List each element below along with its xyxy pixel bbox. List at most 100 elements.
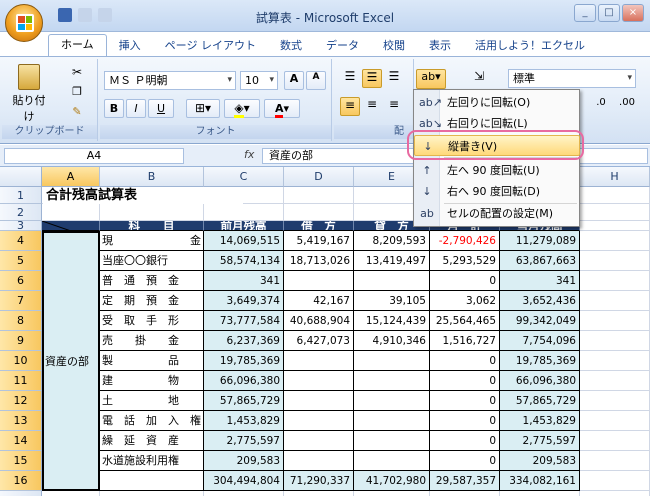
grid-cell[interactable] <box>500 491 580 496</box>
orientation-icon: ab▾ <box>421 70 441 83</box>
shrink-font-button[interactable]: A <box>306 71 326 90</box>
grid-cell[interactable] <box>580 411 650 431</box>
group-label-cell[interactable]: 資産の部 <box>42 231 100 491</box>
office-button[interactable] <box>5 4 43 42</box>
row-header-13[interactable]: 13 <box>0 411 42 431</box>
grid-cell[interactable] <box>100 204 204 221</box>
column-header-h[interactable]: H <box>580 167 650 187</box>
format-painter-icon[interactable]: ✎ <box>68 105 86 121</box>
tab-page-layout[interactable]: ページ レイアウト <box>153 36 268 57</box>
menu-item-rotate-down[interactable]: ↓ 右へ 90 度回転(D) <box>414 181 580 202</box>
grid-cell[interactable] <box>580 451 650 471</box>
row-header-9[interactable]: 9 <box>0 331 42 351</box>
grid-cell[interactable] <box>580 351 650 371</box>
grid-cell[interactable] <box>42 491 100 496</box>
row-header-16[interactable]: 16 <box>0 471 42 491</box>
name-box[interactable]: A4 <box>4 148 184 164</box>
align-left-icon[interactable]: ≡ <box>340 97 360 116</box>
minimize-button[interactable]: _ <box>574 4 596 22</box>
grid-cell[interactable] <box>580 251 650 271</box>
underline-button[interactable]: U <box>148 99 174 118</box>
grid-cell[interactable] <box>580 471 650 491</box>
column-header-d[interactable]: D <box>284 167 354 187</box>
row-header-1[interactable]: 1 <box>0 187 42 204</box>
tab-review[interactable]: 校閲 <box>371 36 417 57</box>
fill-color-button[interactable]: ◈▾ <box>224 99 260 118</box>
row-header-3[interactable]: 3 <box>0 220 42 231</box>
align-top-icon[interactable]: ☰ <box>340 69 360 88</box>
number-format-select[interactable]: 標準 <box>508 69 636 88</box>
grid-cell[interactable] <box>284 204 354 221</box>
row-header-17[interactable]: 17 <box>0 491 42 496</box>
italic-button[interactable]: I <box>126 99 146 118</box>
value-credit: 8,209,593 <box>354 231 430 251</box>
decrease-decimal-icon[interactable]: .00 <box>614 97 640 116</box>
menu-item-format-alignment[interactable]: ab セルの配置の設定(M) <box>414 203 580 224</box>
menu-item-vertical-text[interactable]: ↓ 縦書き(V) <box>414 135 580 156</box>
insert-function-icon[interactable]: fx <box>244 148 254 161</box>
vertical-text-icon: ↓ <box>423 140 433 153</box>
row-header-12[interactable]: 12 <box>0 391 42 411</box>
grid-cell[interactable] <box>204 204 284 221</box>
grid-cell[interactable] <box>204 491 284 496</box>
row-header-5[interactable]: 5 <box>0 251 42 271</box>
grid-cell[interactable] <box>42 204 100 221</box>
align-right-icon[interactable]: ≡ <box>384 97 404 116</box>
tab-view[interactable]: 表示 <box>417 36 463 57</box>
bold-button[interactable]: B <box>104 99 124 118</box>
grid-cell[interactable] <box>580 311 650 331</box>
grid-cell[interactable] <box>580 204 650 221</box>
cut-icon[interactable]: ✂ <box>68 65 86 81</box>
tab-insert[interactable]: 挿入 <box>107 36 153 57</box>
grid-cell[interactable] <box>580 231 650 251</box>
grid-cell[interactable] <box>580 187 650 204</box>
borders-button[interactable]: ⊞▾ <box>186 99 220 118</box>
font-name-select[interactable]: ＭＳ Ｐ明朝 <box>104 71 236 90</box>
tab-home[interactable]: ホーム <box>48 34 107 57</box>
menu-item-rotate-ccw[interactable]: ab↗ 左回りに回転(O) <box>414 92 580 113</box>
align-bottom-icon[interactable]: ☰ <box>384 69 404 88</box>
tab-addin[interactable]: 活用しよう！エクセル <box>463 36 597 57</box>
row-header-7[interactable]: 7 <box>0 291 42 311</box>
grid-cell[interactable] <box>580 371 650 391</box>
maximize-button[interactable]: □ <box>598 4 620 22</box>
grid-cell[interactable] <box>580 331 650 351</box>
grid-cell[interactable] <box>284 491 354 496</box>
grid-cell[interactable] <box>580 291 650 311</box>
grid-cell[interactable] <box>430 491 500 496</box>
row-header-14[interactable]: 14 <box>0 431 42 451</box>
row-header-11[interactable]: 11 <box>0 371 42 391</box>
paste-button[interactable]: 貼り付け <box>8 62 50 123</box>
menu-item-rotate-cw[interactable]: ab↘ 右回りに回転(L) <box>414 113 580 134</box>
row-header-10[interactable]: 10 <box>0 351 42 371</box>
grid-cell[interactable] <box>100 491 204 496</box>
grid-cell[interactable] <box>284 187 354 204</box>
wrap-text-icon[interactable]: ⇲ <box>468 69 490 89</box>
menu-item-rotate-up[interactable]: ↑ 左へ 90 度回転(U) <box>414 160 580 181</box>
row-header-8[interactable]: 8 <box>0 311 42 331</box>
align-middle-icon[interactable]: ☰ <box>362 69 382 88</box>
tab-data[interactable]: データ <box>314 36 371 57</box>
grid-cell[interactable] <box>580 491 650 496</box>
grid-cell[interactable] <box>580 271 650 291</box>
grid-cell[interactable] <box>580 221 650 231</box>
increase-decimal-icon[interactable]: .0 <box>590 97 612 116</box>
row-header-4[interactable]: 4 <box>0 231 42 251</box>
grid-cell[interactable] <box>580 431 650 451</box>
grid-cell[interactable] <box>354 491 430 496</box>
column-header-b[interactable]: B <box>100 167 204 187</box>
grid-cell[interactable] <box>580 391 650 411</box>
font-size-select[interactable]: 10 <box>240 71 278 90</box>
grow-font-button[interactable]: A <box>284 71 304 90</box>
close-button[interactable]: × <box>622 4 644 22</box>
row-header-6[interactable]: 6 <box>0 271 42 291</box>
select-all-corner[interactable] <box>0 167 42 187</box>
column-header-a[interactable]: A <box>42 167 100 187</box>
column-header-c[interactable]: C <box>204 167 284 187</box>
copy-icon[interactable]: ❐ <box>68 85 86 101</box>
orientation-button[interactable]: ab▾ <box>416 69 446 89</box>
row-header-15[interactable]: 15 <box>0 451 42 471</box>
align-center-icon[interactable]: ≡ <box>362 97 382 116</box>
font-color-button[interactable]: A▾ <box>264 99 300 118</box>
tab-formulas[interactable]: 数式 <box>268 36 314 57</box>
